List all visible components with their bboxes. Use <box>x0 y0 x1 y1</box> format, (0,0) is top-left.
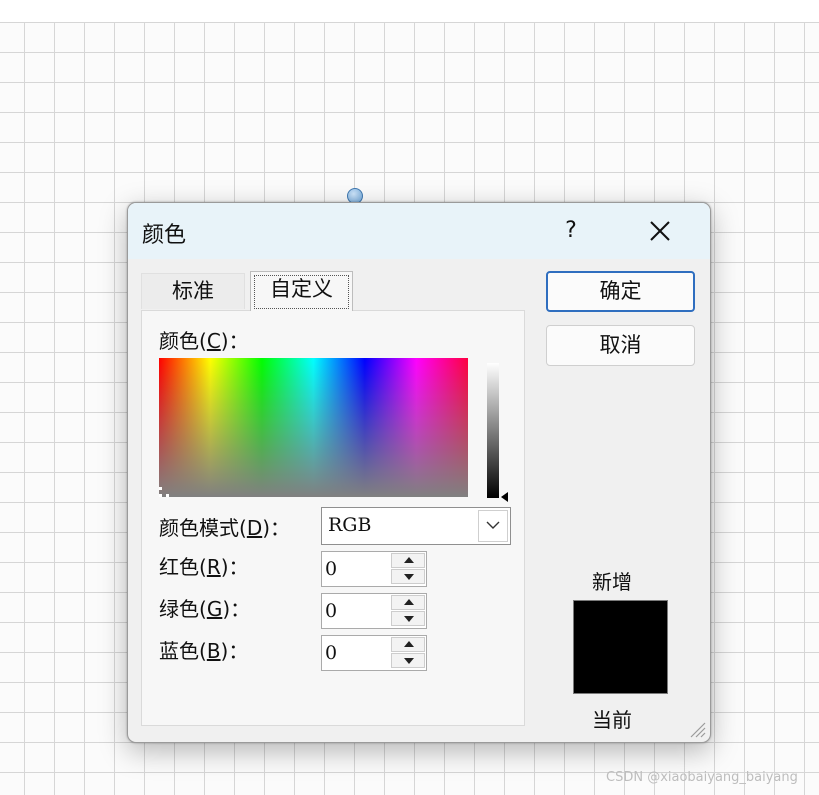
cancel-button[interactable]: 取消 <box>546 325 695 366</box>
luminance-arrow-icon[interactable] <box>501 492 508 502</box>
tab-custom-label: 自定义 <box>270 277 333 301</box>
red-value: 0 <box>325 558 338 580</box>
color-mode-select[interactable]: RGB <box>321 507 511 545</box>
current-color-label: 当前 <box>592 708 632 732</box>
dialog-title: 颜色 <box>142 223 187 248</box>
close-icon <box>650 221 670 241</box>
watermark: CSDN @xiaobaiyang_baiyang <box>606 770 798 785</box>
spin-up-icon <box>404 599 414 605</box>
luminance-slider[interactable] <box>487 363 499 498</box>
spectrum-cursor[interactable] <box>159 487 169 497</box>
spin-down-icon <box>404 574 414 580</box>
red-down-button[interactable] <box>391 569 425 584</box>
green-up-button[interactable] <box>391 595 425 610</box>
red-label: 红色(R)： <box>159 555 249 579</box>
close-button[interactable] <box>636 211 684 251</box>
red-up-button[interactable] <box>391 553 425 568</box>
spin-up-icon <box>404 641 414 647</box>
color-spectrum[interactable] <box>159 358 468 497</box>
blue-down-button[interactable] <box>391 653 425 668</box>
color-mode-label: 颜色模式(D)： <box>159 516 291 540</box>
spin-down-icon <box>404 658 414 664</box>
color-mode-value: RGB <box>328 514 372 536</box>
tab-standard-label: 标准 <box>172 279 214 303</box>
spin-down-icon <box>404 616 414 622</box>
green-value: 0 <box>325 600 338 622</box>
color-dialog: 颜色 ? 标准 自定义 颜色(C)： 颜色模式(D)： RGB 红色(R)： 0… <box>127 202 711 743</box>
new-color-label: 新增 <box>592 570 632 594</box>
color-mode-dropdown-button[interactable] <box>478 510 508 542</box>
tab-standard[interactable]: 标准 <box>141 273 245 309</box>
spin-up-icon <box>404 557 414 563</box>
blue-value: 0 <box>325 642 338 664</box>
chevron-down-icon <box>486 521 500 529</box>
tab-custom[interactable]: 自定义 <box>250 271 353 311</box>
blue-up-button[interactable] <box>391 637 425 652</box>
color-preview-swatch <box>573 600 668 694</box>
resize-grip-icon[interactable] <box>688 720 706 738</box>
color-label: 颜色(C)： <box>159 329 249 353</box>
blue-stepper[interactable]: 0 <box>321 635 427 671</box>
red-stepper[interactable]: 0 <box>321 551 427 587</box>
title-bar[interactable]: 颜色 ? <box>128 203 710 259</box>
ok-button[interactable]: 确定 <box>546 271 695 312</box>
green-label: 绿色(G)： <box>159 597 251 621</box>
blue-label: 蓝色(B)： <box>159 639 249 663</box>
help-button[interactable]: ? <box>548 211 594 251</box>
green-stepper[interactable]: 0 <box>321 593 427 629</box>
custom-panel: 颜色(C)： 颜色模式(D)： RGB 红色(R)： 0 绿色(G)： 0 蓝色… <box>141 310 525 726</box>
green-down-button[interactable] <box>391 611 425 626</box>
